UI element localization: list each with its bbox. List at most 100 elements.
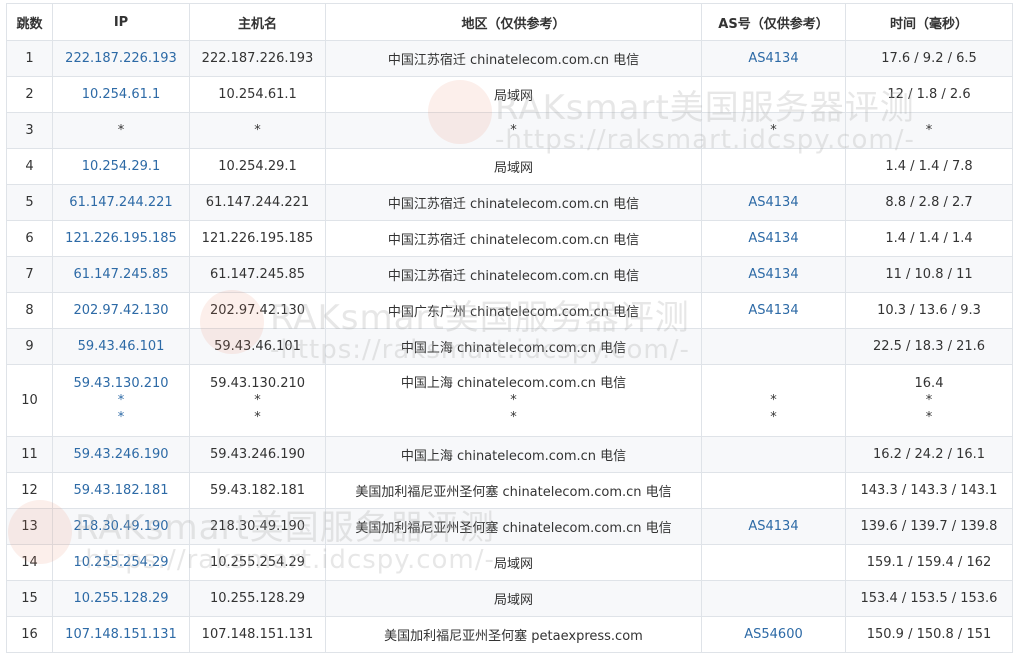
table-body: 1 222.187.226.193 222.187.226.193 中国江苏宿迁 ch… <box>6 40 1013 653</box>
cell-ip[interactable]: 59.43.46.101 <box>52 328 190 365</box>
cell-region: 美国加利福尼亚州圣何塞 petaexpress.com <box>325 616 702 653</box>
cell-ip[interactable]: 10.255.128.29 <box>52 580 190 617</box>
cell-time: 16.2 / 24.2 / 16.1 <box>845 436 1013 473</box>
cell-hop: 11 <box>6 436 53 473</box>
cell-as[interactable]: AS4134 <box>701 508 846 545</box>
table-row: 13 218.30.49.190 218.30.49.190 美国加利福尼亚州圣何塞 … <box>6 508 1013 545</box>
cell-ip[interactable]: 59.43.246.190 <box>52 436 190 473</box>
cell-region: 局域网 <box>325 580 702 617</box>
cell-hop: 10 <box>6 364 53 437</box>
cell-ip[interactable]: 218.30.49.190 <box>52 508 190 545</box>
table-row: 14 10.255.254.29 10.255.254.29 局域网 159.1 / 1… <box>6 544 1013 581</box>
cell-hostname: 59.43.130.210 * * <box>189 364 326 437</box>
cell-hop: 14 <box>6 544 53 581</box>
cell-ip[interactable]: 222.187.226.193 <box>52 40 190 77</box>
cell-time: 153.4 / 153.5 / 153.6 <box>845 580 1013 617</box>
cell-region-line: * <box>510 393 517 408</box>
cell-as-line: * <box>770 410 777 425</box>
cell-region: 中国江苏宿迁 chinatelecom.com.cn 电信 <box>325 184 702 221</box>
header-ip: IP <box>52 3 190 41</box>
cell-region: 局域网 <box>325 544 702 581</box>
cell-ip[interactable]: 59.43.130.210 * * <box>52 364 190 437</box>
header-hostname: 主机名 <box>189 3 326 41</box>
cell-as[interactable]: AS4134 <box>701 256 846 293</box>
cell-as-line <box>706 375 841 392</box>
cell-hostname: 59.43.46.101 <box>189 328 326 365</box>
cell-hostname: 10.255.254.29 <box>189 544 326 581</box>
cell-ip[interactable]: 59.43.182.181 <box>52 472 190 509</box>
cell-hostname: * <box>189 112 326 149</box>
table-row: 4 10.254.29.1 10.254.29.1 局域网 1.4 / 1.4 / 7.… <box>6 148 1013 185</box>
cell-hostname: 10.254.29.1 <box>189 148 326 185</box>
cell-hop: 16 <box>6 616 53 653</box>
cell-time: 150.9 / 150.8 / 151 <box>845 616 1013 653</box>
cell-hostname: 59.43.182.181 <box>189 472 326 509</box>
cell-region: 局域网 <box>325 76 702 113</box>
cell-hop: 15 <box>6 580 53 617</box>
cell-as <box>701 328 846 365</box>
cell-ip[interactable]: 10.255.254.29 <box>52 544 190 581</box>
cell-region: 中国上海 chinatelecom.com.cn 电信 <box>325 328 702 365</box>
cell-hostname: 218.30.49.190 <box>189 508 326 545</box>
cell-hop: 12 <box>6 472 53 509</box>
cell-hop: 3 <box>6 112 53 149</box>
table-row: 5 61.147.244.221 61.147.244.221 中国江苏宿迁 chin… <box>6 184 1013 221</box>
cell-as[interactable]: AS4134 <box>701 220 846 257</box>
cell-time: 159.1 / 159.4 / 162 <box>845 544 1013 581</box>
cell-as <box>701 436 846 473</box>
cell-hostname: 61.147.244.221 <box>189 184 326 221</box>
cell-as <box>701 76 846 113</box>
table-header-row: 跳数 IP 主机名 地区（仅供参考） AS号（仅供参考） 时间（毫秒） <box>6 3 1013 41</box>
cell-region: 中国广东广州 chinatelecom.com.cn 电信 <box>325 292 702 329</box>
cell-time: 22.5 / 18.3 / 21.6 <box>845 328 1013 365</box>
cell-hostname: 10.255.128.29 <box>189 580 326 617</box>
cell-as[interactable]: AS4134 <box>701 292 846 329</box>
table-row: 16 107.148.151.131 107.148.151.131 美国加利福尼亚州… <box>6 616 1013 653</box>
cell-hostname: 121.226.195.185 <box>189 220 326 257</box>
table-row: 2 10.254.61.1 10.254.61.1 局域网 12 / 1.8 / 2.6 <box>6 76 1013 113</box>
cell-hostname-line: 59.43.130.210 <box>209 376 306 391</box>
cell-ip[interactable]: 10.254.61.1 <box>52 76 190 113</box>
header-time: 时间（毫秒） <box>845 3 1013 41</box>
cell-ip[interactable]: 202.97.42.130 <box>52 292 190 329</box>
table-row: 8 202.97.42.130 202.97.42.130 中国广东广州 chinat… <box>6 292 1013 329</box>
cell-region: * <box>325 112 702 149</box>
cell-ip[interactable]: 10.254.29.1 <box>52 148 190 185</box>
cell-as <box>701 472 846 509</box>
cell-hop: 4 <box>6 148 53 185</box>
cell-ip[interactable]: 107.148.151.131 <box>52 616 190 653</box>
cell-ip[interactable]: 61.147.245.85 <box>52 256 190 293</box>
table-row: 1 222.187.226.193 222.187.226.193 中国江苏宿迁 ch… <box>6 40 1013 77</box>
cell-region: 中国上海 chinatelecom.com.cn 电信 * * <box>325 364 702 437</box>
cell-hostname: 10.254.61.1 <box>189 76 326 113</box>
cell-hop: 5 <box>6 184 53 221</box>
table-row: 6 121.226.195.185 121.226.195.185 中国江苏宿迁 ch… <box>6 220 1013 257</box>
cell-time: 16.4 * * <box>845 364 1013 437</box>
cell-hostname: 61.147.245.85 <box>189 256 326 293</box>
table-row: 9 59.43.46.101 59.43.46.101 中国上海 chinatelec… <box>6 328 1013 365</box>
cell-region: 中国上海 chinatelecom.com.cn 电信 <box>325 436 702 473</box>
cell-time: 12 / 1.8 / 2.6 <box>845 76 1013 113</box>
cell-region: 中国江苏宿迁 chinatelecom.com.cn 电信 <box>325 220 702 257</box>
cell-time: 139.6 / 139.7 / 139.8 <box>845 508 1013 545</box>
cell-ip-line: * <box>117 393 125 408</box>
cell-ip[interactable]: 61.147.244.221 <box>52 184 190 221</box>
cell-hostname: 107.148.151.131 <box>189 616 326 653</box>
traceroute-table: 跳数 IP 主机名 地区（仅供参考） AS号（仅供参考） 时间（毫秒） 1 222… <box>6 3 1013 653</box>
cell-time: 10.3 / 13.6 / 9.3 <box>845 292 1013 329</box>
header-as: AS号（仅供参考） <box>701 3 846 41</box>
cell-as[interactable]: AS4134 <box>701 40 846 77</box>
cell-hostname-line: * <box>254 393 261 408</box>
cell-as[interactable]: AS54600 <box>701 616 846 653</box>
cell-time: 11 / 10.8 / 11 <box>845 256 1013 293</box>
cell-ip[interactable]: 121.226.195.185 <box>52 220 190 257</box>
table-row: 12 59.43.182.181 59.43.182.181 美国加利福尼亚州圣何塞 … <box>6 472 1013 509</box>
cell-region: 中国江苏宿迁 chinatelecom.com.cn 电信 <box>325 256 702 293</box>
table-row: 7 61.147.245.85 61.147.245.85 中国江苏宿迁 chinat… <box>6 256 1013 293</box>
cell-time: 143.3 / 143.3 / 143.1 <box>845 472 1013 509</box>
cell-hop: 8 <box>6 292 53 329</box>
cell-hop: 9 <box>6 328 53 365</box>
cell-region: 美国加利福尼亚州圣何塞 chinatelecom.com.cn 电信 <box>325 508 702 545</box>
cell-time-line: * <box>925 410 933 425</box>
cell-as[interactable]: AS4134 <box>701 184 846 221</box>
